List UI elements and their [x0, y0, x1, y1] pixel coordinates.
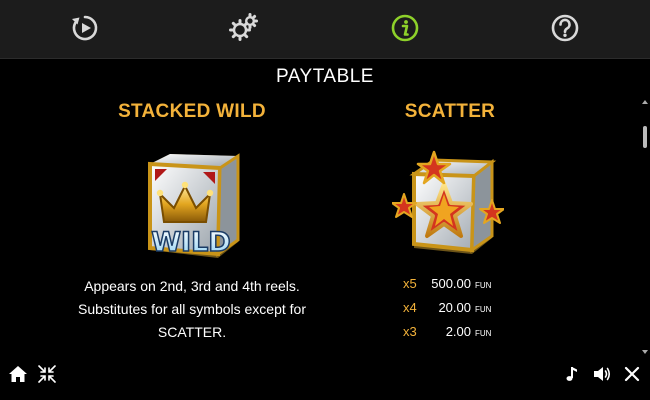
wild-symbol-label: WILD — [151, 227, 230, 258]
scatter-paytable: x5 500.00 FUN x4 20.00 FUN x3 2.00 FUN — [403, 276, 523, 348]
page-title: PAYTABLE — [276, 66, 374, 87]
pay-multiplier: x3 — [403, 324, 417, 339]
gears-icon[interactable] — [228, 13, 258, 43]
stacked-wild-title: STACKED WILD — [118, 101, 266, 122]
pay-unit: FUN — [475, 305, 492, 314]
scroll-thumb[interactable] — [643, 126, 647, 148]
pay-row: x4 20.00 FUN — [403, 300, 523, 324]
help-icon[interactable] — [550, 13, 580, 43]
pay-amount: 500.00 — [431, 276, 471, 291]
wild-description-line: SCATTER. — [157, 324, 227, 340]
scatter-title: SCATTER — [404, 101, 496, 122]
replay-icon[interactable] — [70, 13, 100, 43]
pay-unit: FUN — [475, 281, 492, 290]
scroll-up-arrow[interactable] — [642, 100, 648, 104]
pay-amount: 2.00 — [445, 324, 471, 339]
pay-multiplier: x4 — [403, 300, 417, 315]
pay-row: x5 500.00 FUN — [403, 276, 523, 300]
sound-icon[interactable] — [592, 364, 612, 384]
close-icon[interactable] — [622, 364, 642, 384]
pay-amount: 20.00 — [438, 300, 471, 315]
home-icon[interactable] — [8, 364, 28, 384]
wild-description-line: Substitutes for all symbols except for — [78, 301, 306, 317]
top-menu-bar — [0, 0, 650, 59]
wild-description-line: Appears on 2nd, 3rd and 4th reels. — [84, 278, 300, 294]
wild-symbol-image: WILD — [138, 150, 250, 262]
wild-description: Appears on 2nd, 3rd and 4th reels. Subst… — [52, 275, 332, 344]
pay-multiplier: x5 — [403, 276, 417, 291]
pay-unit: FUN — [475, 329, 492, 338]
scatter-symbol-image — [391, 150, 505, 262]
scrollbar[interactable] — [642, 100, 650, 360]
scroll-down-arrow[interactable] — [642, 350, 648, 354]
pay-row: x3 2.00 FUN — [403, 324, 523, 348]
info-icon[interactable] — [390, 13, 420, 43]
shrink-icon[interactable] — [37, 364, 57, 384]
music-icon[interactable] — [563, 364, 583, 384]
